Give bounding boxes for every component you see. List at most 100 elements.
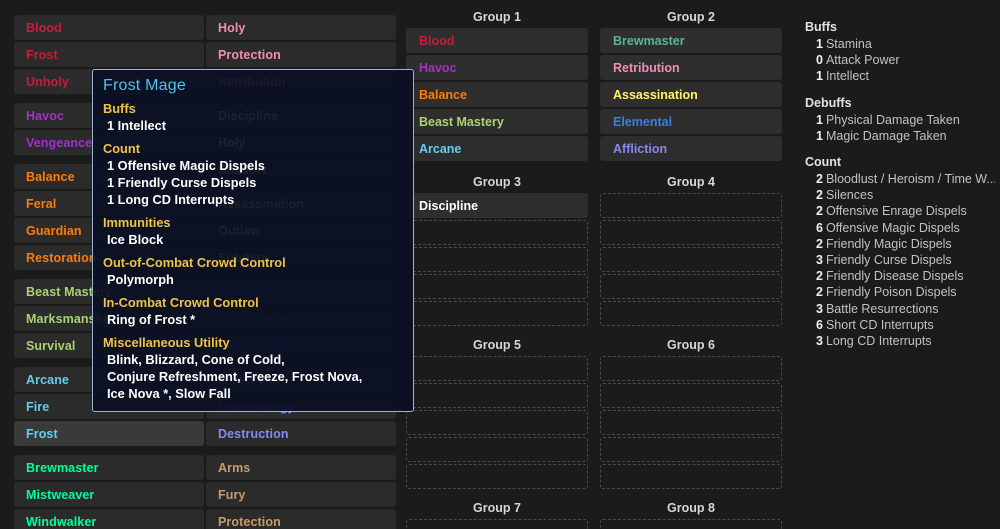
tooltip-section: Out-of-Combat Crowd Control Polymorph: [103, 254, 403, 288]
summary-line-label: Friendly Curse Dispels: [825, 253, 952, 268]
group-slot-filled[interactable]: Discipline: [406, 193, 588, 218]
group-slot-empty[interactable]: [600, 437, 782, 462]
tooltip-section-heading: Out-of-Combat Crowd Control: [103, 255, 286, 270]
group-slot-filled[interactable]: Retribution: [600, 55, 782, 80]
group-slot-empty[interactable]: [406, 383, 588, 408]
summary-block-buffs: Buffs 1 Stamina 0 Attack Power 1 Intellect: [805, 20, 995, 85]
group-title-1: Group 1: [473, 10, 521, 24]
group-slot-empty[interactable]: [406, 220, 588, 245]
spec-row-mage-frost[interactable]: Frost: [14, 421, 204, 446]
group-slot-empty[interactable]: [600, 464, 782, 489]
summary-line-count: 1: [816, 128, 823, 143]
raid-composition-app: Blood Frost Unholy Havoc Vengeance Balance Fer…: [0, 0, 1000, 529]
tooltip-section-line: Conjure Refreshment, Freeze, Frost Nova,: [107, 369, 363, 384]
group-title-7: Group 7: [473, 501, 521, 515]
group-slot-filled[interactable]: Blood: [406, 28, 588, 53]
summary-line: 3 Battle Resurrections: [805, 301, 995, 317]
spec-row-paladin-protection[interactable]: Protection: [206, 42, 396, 67]
summary-line-count: 1: [816, 112, 823, 127]
group-slot-empty[interactable]: [600, 356, 782, 381]
summary-line-label: Battle Resurrections: [825, 301, 939, 316]
group-slot-empty[interactable]: [600, 247, 782, 272]
group-slot-empty[interactable]: [406, 301, 588, 326]
group-slot-filled[interactable]: Beast Mastery: [406, 109, 588, 134]
summary-line-label: Friendly Poison Dispels: [825, 285, 957, 300]
spec-row-warrior-protection[interactable]: Protection: [206, 509, 396, 529]
summary-heading: Buffs: [805, 20, 837, 34]
group-slot-empty[interactable]: [406, 410, 588, 435]
summary-line-count: 2: [816, 285, 823, 300]
group-title-8: Group 8: [667, 501, 715, 515]
group-slot-empty[interactable]: [600, 193, 782, 218]
group-slot-filled[interactable]: Balance: [406, 82, 588, 107]
spec-row-monk-windwalker[interactable]: Windwalker: [14, 509, 204, 529]
spec-row-warlock-destruction[interactable]: Destruction: [206, 421, 396, 446]
summary-line-label: Silences: [825, 188, 874, 203]
spec-class-group-warrior: Arms Fury Protection: [206, 455, 396, 529]
summary-line-count: 2: [816, 269, 823, 284]
tooltip-section-line: Polymorph: [107, 272, 174, 287]
summary-line: 1 Stamina: [805, 36, 995, 52]
tooltip-body: Buffs 1 Intellect Count 1 Offensive Magic D…: [103, 100, 403, 402]
summary-line: 3 Long CD Interrupts: [805, 333, 995, 349]
tooltip-section: Buffs 1 Intellect: [103, 100, 403, 134]
spec-row-death-knight-blood[interactable]: Blood: [14, 15, 204, 40]
group-box-2: Group 2 Brewmaster Retribution Assassinatio…: [600, 7, 782, 163]
summary-line: 1 Intellect: [805, 68, 995, 84]
group-box-6: Group 6: [600, 335, 782, 491]
tooltip-section-line: Ice Block: [107, 232, 164, 247]
group-slot-filled[interactable]: Arcane: [406, 136, 588, 161]
tooltip-section-line: Ice Nova *, Slow Fall: [107, 386, 231, 401]
group-slot-empty[interactable]: [406, 464, 588, 489]
summary-line: 2 Silences: [805, 187, 995, 203]
group-box-3: Group 3 Discipline: [406, 172, 588, 328]
group-box-1: Group 1 Blood Havoc Balance Beast Mastery Arc…: [406, 7, 588, 163]
group-slot-empty[interactable]: [600, 383, 782, 408]
group-slot-empty[interactable]: [406, 519, 588, 529]
group-slot-empty[interactable]: [600, 410, 782, 435]
summary-line: 0 Attack Power: [805, 52, 995, 68]
group-title-6: Group 6: [667, 338, 715, 352]
summary-line: 3 Friendly Curse Dispels: [805, 252, 995, 268]
group-title-5: Group 5: [473, 338, 521, 352]
group-slot-filled[interactable]: Havoc: [406, 55, 588, 80]
summary-line: 2 Friendly Poison Dispels: [805, 284, 995, 300]
spec-tooltip: Frost Mage Buffs 1 Intellect Count 1 Offens…: [92, 69, 414, 412]
summary-line-count: 2: [816, 204, 823, 219]
group-slot-empty[interactable]: [600, 519, 782, 529]
spec-row-monk-mistweaver[interactable]: Mistweaver: [14, 482, 204, 507]
group-slot-filled[interactable]: Assassination: [600, 82, 782, 107]
group-slot-filled[interactable]: Brewmaster: [600, 28, 782, 53]
spec-row-warrior-arms[interactable]: Arms: [206, 455, 396, 480]
spec-row-monk-brewmaster[interactable]: Brewmaster: [14, 455, 204, 480]
spec-row-warrior-fury[interactable]: Fury: [206, 482, 396, 507]
group-slot-empty[interactable]: [406, 274, 588, 299]
group-slot-empty[interactable]: [406, 356, 588, 381]
tooltip-section-heading: Count: [103, 141, 140, 156]
group-slot-empty[interactable]: [406, 437, 588, 462]
group-slot-empty[interactable]: [600, 274, 782, 299]
spec-row-death-knight-frost[interactable]: Frost: [14, 42, 204, 67]
summary-line-label: Long CD Interrupts: [825, 334, 932, 349]
summary-line-label: Friendly Disease Dispels: [825, 269, 964, 284]
tooltip-section-heading: Immunities: [103, 215, 171, 230]
raid-summary-panel: Buffs 1 Stamina 0 Attack Power 1 Intellect Debu…: [805, 20, 995, 360]
summary-line-count: 6: [816, 317, 823, 332]
summary-line: 2 Friendly Magic Dispels: [805, 236, 995, 252]
summary-line-label: Short CD Interrupts: [825, 317, 934, 332]
summary-line-count: 3: [816, 301, 823, 316]
tooltip-section: Immunities Ice Block: [103, 214, 403, 248]
spec-row-paladin-holy[interactable]: Holy: [206, 15, 396, 40]
summary-line-count: 2: [816, 188, 823, 203]
tooltip-section-line: 1 Offensive Magic Dispels: [107, 158, 265, 173]
tooltip-title: Frost Mage: [103, 77, 186, 94]
summary-line-label: Offensive Enrage Dispels: [825, 204, 967, 219]
summary-line-count: 3: [816, 334, 823, 349]
tooltip-section-line: 1 Friendly Curse Dispels: [107, 175, 257, 190]
summary-line-label: Stamina: [825, 37, 872, 51]
group-slot-empty[interactable]: [406, 247, 588, 272]
group-slot-filled[interactable]: Affliction: [600, 136, 782, 161]
group-slot-empty[interactable]: [600, 301, 782, 326]
group-slot-filled[interactable]: Elemental: [600, 109, 782, 134]
group-slot-empty[interactable]: [600, 220, 782, 245]
